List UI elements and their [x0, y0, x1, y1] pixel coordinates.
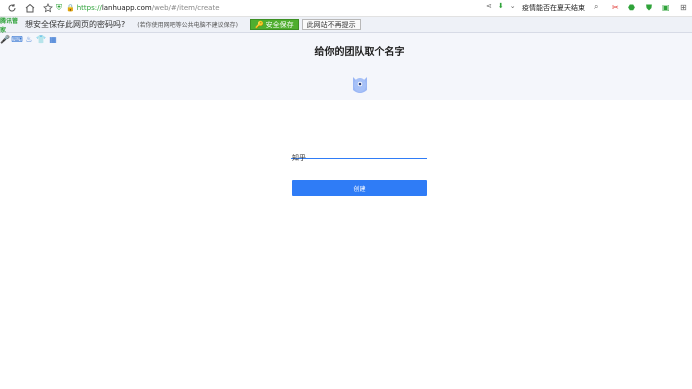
download-icon[interactable]: ⬇	[498, 2, 504, 10]
browser-toolbar: ⛨ 🔒 https:// lanhuapp.com /web/#/item/cr…	[0, 0, 692, 17]
dropdown-chevron-icon[interactable]: ⌄	[510, 2, 516, 10]
address-bar[interactable]: ⛨ 🔒 https:// lanhuapp.com /web/#/item/cr…	[56, 2, 468, 14]
share-icon[interactable]: ⋖	[486, 2, 492, 10]
news-ticker[interactable]: 疫情能否在夏天结束	[522, 3, 585, 13]
save-password-question: 想安全保存此网页的密码吗?	[25, 20, 126, 29]
home-icon[interactable]	[24, 2, 36, 14]
security-brand: 腾讯管家	[0, 17, 19, 34]
security-shield-icon: ⛨	[56, 3, 62, 12]
page-title: 给你的团队取个名字	[314, 47, 405, 58]
public-computer-hint: (若你使用网吧等公共电脑不建议保存)	[137, 22, 238, 29]
key-icon: 🔑	[254, 20, 264, 29]
extension-icon[interactable]: ⬣	[628, 3, 635, 12]
scissors-icon[interactable]: ✂	[612, 3, 619, 12]
bookmark-star-icon[interactable]	[42, 2, 54, 14]
grid-menu-icon[interactable]: ⊞	[680, 3, 687, 12]
url-host: lanhuapp.com	[101, 4, 152, 12]
password-save-bar: 腾讯管家 想安全保存此网页的密码吗? (若你使用网吧等公共电脑不建议保存) 🔑 …	[0, 17, 692, 34]
address-actions: ⋖ ⬇ ⌄	[486, 2, 522, 10]
lock-icon: 🔒	[66, 4, 75, 12]
url-path: /web/#/item/create	[151, 4, 220, 12]
safe-save-button[interactable]: 🔑 安全保存	[249, 19, 299, 30]
safe-save-label: 安全保存	[265, 20, 294, 29]
team-name-field	[291, 145, 427, 165]
team-name-input[interactable]	[291, 151, 427, 165]
search-icon[interactable]: ⌕	[594, 2, 598, 12]
game-icon[interactable]: ▣	[662, 3, 670, 12]
mascot-icon	[353, 77, 367, 93]
shield-extension-icon[interactable]: ⛊	[646, 3, 652, 13]
url-scheme: https://	[76, 4, 102, 12]
create-button[interactable]: 创建	[292, 180, 427, 196]
never-for-site-button[interactable]: 此网站不再提示	[301, 19, 361, 30]
refresh-icon[interactable]	[6, 2, 18, 14]
